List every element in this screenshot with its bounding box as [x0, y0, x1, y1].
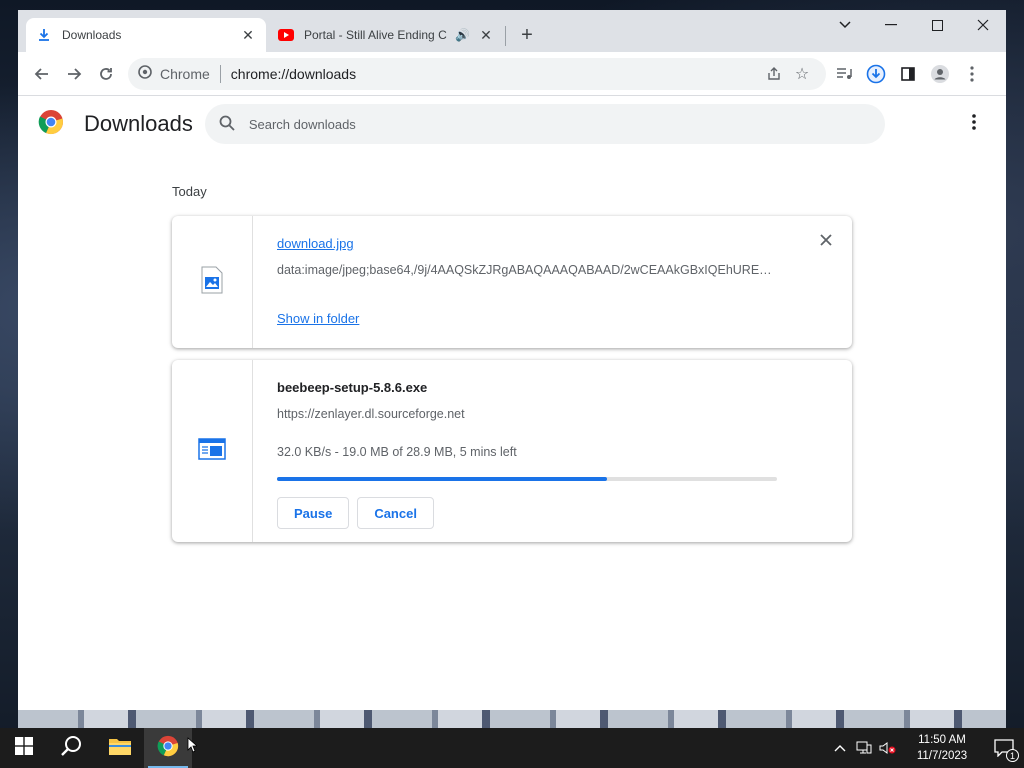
share-icon[interactable]: [760, 60, 788, 88]
minimize-button[interactable]: [868, 10, 914, 40]
downloads-page: Downloads Today download.jpg data:image/…: [18, 96, 1006, 710]
youtube-icon: [278, 27, 294, 43]
maximize-button[interactable]: [914, 10, 960, 40]
tab-youtube[interactable]: Portal - Still Alive Ending Cre 🔊 ✕: [268, 18, 504, 52]
search-input[interactable]: [248, 116, 885, 132]
progress-fill: [277, 477, 607, 481]
browser-window: Downloads ✕ Portal - Still Alive Ending …: [18, 10, 1006, 710]
file-source-url: data:image/jpeg;base64,/9j/4AAQSkZJRgABA…: [277, 263, 777, 277]
start-button[interactable]: [0, 728, 48, 768]
speaker-icon[interactable]: 🔊: [455, 28, 470, 42]
volume-muted-icon[interactable]: [876, 728, 900, 768]
show-in-folder-link[interactable]: Show in folder: [277, 311, 359, 326]
tab-bar: Downloads ✕ Portal - Still Alive Ending …: [18, 10, 1006, 52]
profile-avatar-icon[interactable]: [924, 58, 956, 90]
browser-toolbar: Chrome chrome://downloads ☆: [18, 52, 1006, 96]
file-icon-column: [172, 360, 253, 542]
download-icon: [36, 27, 52, 43]
windows-logo-icon: [15, 736, 33, 760]
back-button[interactable]: [26, 58, 58, 90]
tab-search-icon[interactable]: [822, 10, 868, 40]
omnibox-separator: [219, 64, 221, 83]
side-panel-icon[interactable]: [892, 58, 924, 90]
tab-title: Downloads: [62, 28, 122, 42]
forward-button[interactable]: [58, 58, 90, 90]
system-tray: 11:50 AM 11/7/2023 1: [828, 728, 1024, 768]
file-name-link[interactable]: download.jpg: [277, 236, 828, 251]
file-source-url: https://zenlayer.dl.sourceforge.net: [277, 407, 465, 421]
chrome-icon: [157, 735, 179, 762]
notification-count-badge: 1: [1006, 749, 1019, 762]
bookmark-star-icon[interactable]: ☆: [788, 60, 816, 88]
image-file-icon: [201, 266, 223, 299]
close-tab-icon[interactable]: ✕: [240, 27, 256, 43]
taskbar-clock[interactable]: 11:50 AM 11/7/2023: [906, 732, 978, 764]
downloads-header: Downloads: [18, 96, 1006, 152]
close-tab-icon[interactable]: ✕: [478, 27, 494, 43]
chrome-menu-icon[interactable]: [956, 58, 988, 90]
download-item: beebeep-setup-5.8.6.exe https://zenlayer…: [172, 360, 852, 542]
toolbar-actions: [828, 58, 988, 90]
download-item: download.jpg data:image/jpeg;base64,/9j/…: [172, 216, 852, 348]
show-hidden-icons-chevron-icon[interactable]: [828, 728, 852, 768]
more-actions-icon[interactable]: [964, 114, 984, 134]
address-bar[interactable]: Chrome chrome://downloads ☆: [128, 57, 826, 90]
download-actions: Pause Cancel: [277, 497, 828, 529]
folder-icon: [108, 736, 132, 761]
reload-button[interactable]: [90, 58, 122, 90]
downloads-toolbar-icon[interactable]: [860, 58, 892, 90]
remove-from-list-icon[interactable]: [818, 234, 834, 250]
download-details: download.jpg data:image/jpeg;base64,/9j/…: [253, 216, 852, 348]
taskbar: 11:50 AM 11/7/2023 1: [0, 728, 1024, 768]
media-control-icon[interactable]: [828, 58, 860, 90]
notification-center-icon[interactable]: 1: [984, 728, 1024, 768]
search-downloads-box[interactable]: [204, 104, 885, 144]
taskbar-chrome[interactable]: [144, 728, 192, 768]
taskbar-file-explorer[interactable]: [96, 728, 144, 768]
download-status-text: 32.0 KB/s - 19.0 MB of 28.9 MB, 5 mins l…: [277, 445, 517, 459]
tab-downloads[interactable]: Downloads ✕: [26, 18, 266, 52]
tab-divider: [505, 26, 506, 46]
new-tab-button[interactable]: +: [516, 24, 538, 46]
clock-time: 11:50 AM: [918, 734, 966, 746]
search-icon: [61, 735, 83, 762]
close-window-button[interactable]: [960, 10, 1006, 40]
pause-button[interactable]: Pause: [277, 497, 350, 529]
date-section-label: Today: [172, 184, 207, 199]
chrome-logo-icon: [38, 109, 64, 140]
cancel-button[interactable]: Cancel: [357, 497, 434, 529]
exe-file-icon: [198, 437, 226, 465]
file-icon-column: [172, 216, 253, 348]
window-controls: [822, 10, 1006, 40]
download-progress-bar: [277, 477, 777, 481]
clock-date: 11/7/2023: [916, 750, 968, 762]
wallpaper-strip: [18, 710, 1006, 730]
file-name: beebeep-setup-5.8.6.exe: [277, 380, 428, 395]
taskbar-search-button[interactable]: [48, 728, 96, 768]
url-text[interactable]: chrome://downloads: [231, 66, 760, 82]
site-label: Chrome: [160, 65, 210, 82]
download-details: beebeep-setup-5.8.6.exe https://zenlayer…: [253, 360, 852, 542]
page-title: Downloads: [84, 111, 193, 136]
chrome-site-icon: [138, 65, 152, 82]
search-icon: [219, 115, 235, 134]
tab-title: Portal - Still Alive Ending Cre: [304, 28, 448, 42]
mouse-cursor-icon: [187, 737, 199, 753]
network-icon[interactable]: [852, 728, 876, 768]
